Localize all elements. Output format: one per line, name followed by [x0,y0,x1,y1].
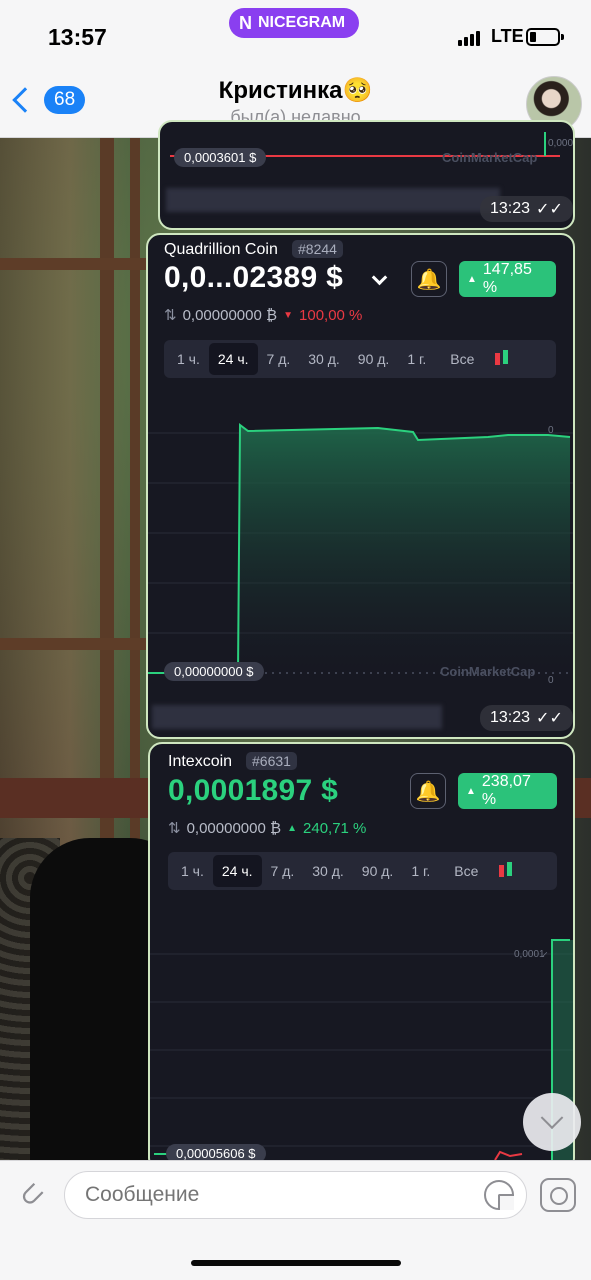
paperclip-icon[interactable]: ⊂ [7,1170,58,1221]
camera-icon[interactable] [540,1178,576,1212]
btc-price: 0,00000000 ₿ [182,306,278,324]
battery-icon [526,28,564,46]
chart-axis-label: 0 [548,675,554,686]
status-time: 13:57 [48,24,107,50]
message-time: 13:23 [490,709,531,726]
chart-price-label: 0,00000000 $ [164,662,264,681]
message-meta: 13:23 ✓✓ [480,705,573,731]
price-chart [148,423,573,674]
tab-all[interactable]: Все [441,343,483,375]
read-checkmarks-icon: ✓✓ [536,710,563,727]
change-value: 238,07 % [481,773,531,808]
chart-axis-label: 0 [548,425,554,436]
price-chart [150,939,573,1161]
message-input[interactable] [64,1171,527,1219]
triangle-down-icon: ▼ [283,309,294,321]
btc-row: ⇅ 0,00000000 ₿ ▲ 240,71 % [168,819,367,838]
chart-price-label: 0,0003601 $ [174,148,267,167]
coin-price: 0,0...02389 $ [164,261,344,294]
message-bubble[interactable]: Intexcoin #6631 0,0001897 $ 🔔 ▲ 238,07 %… [148,742,575,1172]
chart-axis-label: 0,0001̷ [514,949,545,960]
tab-24h[interactable]: 24 ч. [208,343,258,375]
home-indicator [191,1260,401,1266]
coin-price: 0,0001897 $ [168,774,339,807]
nicegram-logo-icon: N [239,12,252,33]
scroll-down-button[interactable] [523,1093,581,1151]
tab-1h[interactable]: 1 ч. [172,855,213,887]
swap-icon: ⇅ [164,307,177,324]
tab-30d[interactable]: 30 д. [303,855,353,887]
candlestick-icon[interactable] [493,349,511,369]
coin-rank: #6631 [246,752,297,770]
nicegram-badge[interactable]: N NICEGRAM [229,8,360,38]
coinmarketcap-watermark: CoinMarketCap [442,150,538,165]
sticker-icon[interactable] [484,1180,514,1210]
btc-change: 240,71 % [303,819,367,837]
tab-90d[interactable]: 90 д. [349,343,399,375]
blurred-text [152,705,442,729]
tab-7d[interactable]: 7 д. [258,343,300,375]
period-tabs: 1 ч. 24 ч. 7 д. 30 д. 90 д. 1 г. Все [168,852,557,890]
btc-price: 0,00000000 ₿ [186,819,282,837]
tab-1y[interactable]: 1 г. [402,855,439,887]
triangle-up-icon: ▲ [287,822,298,834]
bell-icon[interactable]: 🔔 [411,261,447,297]
read-checkmarks-icon: ✓✓ [536,201,563,218]
network-type: LTE [491,26,524,46]
chart-axis-label: 0,0004 [548,138,574,149]
triangle-up-icon: ▲ [467,273,477,285]
chat-title: Кристинка🥺 [218,77,373,104]
tab-24h[interactable]: 24 ч. [212,855,262,887]
tab-all[interactable]: Все [445,855,487,887]
tab-30d[interactable]: 30 д. [299,343,349,375]
candlestick-icon[interactable] [497,861,515,881]
bell-icon[interactable]: 🔔 [410,773,446,809]
message-bubble[interactable]: 0,0003601 $ 0,0004 CoinMarketCap 13:23 ✓… [158,120,575,230]
tab-1h[interactable]: 1 ч. [168,343,209,375]
tab-1y[interactable]: 1 г. [398,343,435,375]
coinmarketcap-watermark: CoinMarketCap [440,664,536,679]
message-time: 13:23 [490,200,531,217]
period-tabs: 1 ч. 24 ч. 7 д. 30 д. 90 д. 1 г. Все [164,340,556,378]
chevron-down-icon[interactable] [371,269,388,286]
nicegram-label: NICEGRAM [258,14,346,31]
btc-change: 100,00 % [299,306,363,324]
tab-7d[interactable]: 7 д. [262,855,304,887]
triangle-up-icon: ▲ [466,785,476,797]
swap-icon: ⇅ [168,820,181,837]
tab-90d[interactable]: 90 д. [353,855,403,887]
coin-rank: #8244 [292,240,343,258]
coin-name: Quadrillion Coin [164,241,278,258]
status-bar: 13:57 N NICEGRAM LTE [0,0,591,62]
coin-name: Intexcoin [168,753,233,770]
change-badge: ▲ 147,85 % [459,261,556,297]
blurred-text [166,188,500,212]
chevron-down-icon [540,1106,564,1130]
btc-row: ⇅ 0,00000000 ₿ ▼ 100,00 % [164,306,363,325]
change-badge: ▲ 238,07 % [458,773,557,809]
message-meta: 13:23 ✓✓ [480,196,573,222]
change-value: 147,85 % [482,261,532,296]
signal-icon [458,31,480,46]
message-bubble[interactable]: Quadrillion Coin #8244 0,0...02389 $ 🔔 ▲… [146,233,575,739]
